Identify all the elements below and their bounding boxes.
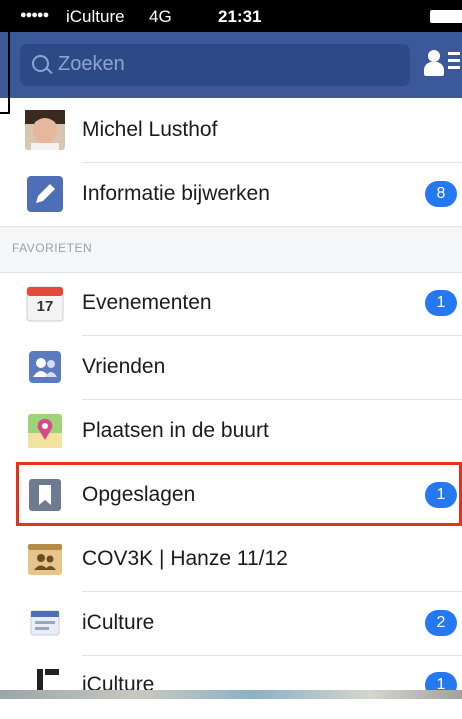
menu-item-informatie-bijwerken[interactable]: Informatie bijwerken 8 bbox=[0, 162, 462, 226]
person-icon bbox=[428, 50, 440, 62]
search-placeholder: Zoeken bbox=[58, 53, 125, 75]
profile-row[interactable]: Michel Lusthof bbox=[0, 98, 462, 162]
menu-item-plaatsen-in-de-buurt[interactable]: Plaatsen in de buurt bbox=[0, 399, 462, 463]
person-icon-body bbox=[424, 62, 444, 76]
page-icon bbox=[37, 669, 59, 697]
search-icon bbox=[32, 55, 49, 72]
menu-item-cov3k[interactable]: COV3K | Hanze 11/12 bbox=[0, 527, 462, 591]
avatar bbox=[25, 110, 65, 150]
menu-item-label: Informatie bijwerken bbox=[82, 182, 270, 205]
page-icon bbox=[30, 610, 60, 636]
list-line-icon bbox=[448, 52, 460, 55]
friends-list-button[interactable] bbox=[424, 50, 462, 80]
menu-item-label: Evenementen bbox=[82, 291, 212, 314]
search-input[interactable]: Zoeken bbox=[20, 44, 410, 86]
carrier-name: iCulture bbox=[66, 7, 125, 26]
map-pin-icon bbox=[28, 414, 62, 448]
friends-icon bbox=[29, 351, 61, 383]
menu-item-iculture[interactable]: iCulture 2 bbox=[0, 591, 462, 655]
menu-item-label: Plaatsen in de buurt bbox=[82, 419, 269, 442]
menu-item-evenementen[interactable]: 17 Evenementen 1 bbox=[0, 271, 462, 335]
section-title: FAVORIETEN bbox=[12, 241, 93, 255]
group-icon bbox=[28, 544, 62, 575]
list-line-icon bbox=[448, 66, 460, 69]
notification-badge: 1 bbox=[425, 290, 457, 316]
menu-item-label: COV3K | Hanze 11/12 bbox=[82, 547, 288, 570]
menu-item-iculture[interactable]: iCulture 1 bbox=[0, 655, 462, 719]
calendar-icon: 17 bbox=[25, 283, 65, 323]
calendar-day: 17 bbox=[36, 298, 54, 315]
menu-item-vrienden[interactable]: Vrienden bbox=[0, 335, 462, 399]
pencil-icon bbox=[27, 176, 63, 212]
notification-badge: 8 bbox=[425, 181, 457, 207]
profile-name: Michel Lusthof bbox=[82, 118, 218, 141]
status-bar: ●●●●● iCulture 4G 21:31 bbox=[0, 0, 462, 32]
network-type: 4G bbox=[149, 7, 172, 26]
notification-badge: 2 bbox=[425, 610, 457, 636]
signal-strength-icon: ●●●●● bbox=[20, 9, 49, 21]
battery-icon bbox=[430, 10, 462, 23]
background-image-strip bbox=[0, 690, 462, 699]
list-line-icon bbox=[448, 59, 460, 62]
highlight-box bbox=[16, 462, 462, 526]
menu-item-label: iCulture bbox=[82, 611, 155, 634]
clock: 21:31 bbox=[218, 7, 262, 26]
section-header-favorieten: FAVORIETEN bbox=[0, 226, 462, 273]
menu-item-label: Vrienden bbox=[82, 355, 166, 378]
